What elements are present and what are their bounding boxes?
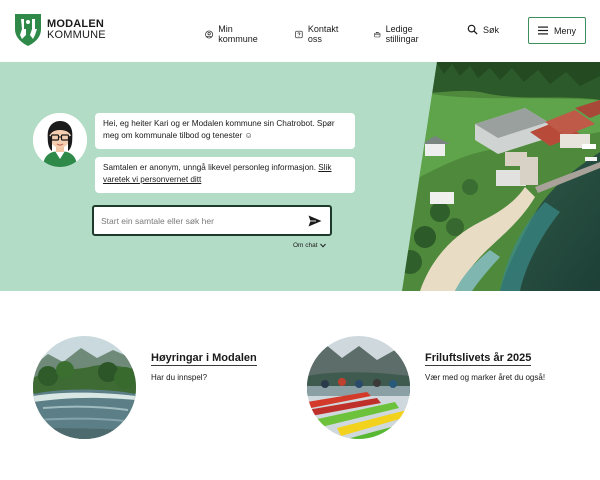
nav-ledige-stillingar-label: Ledige stillingar bbox=[385, 24, 419, 44]
chat-search-box bbox=[92, 205, 332, 236]
menu-button-label: Meny bbox=[553, 25, 576, 36]
coat-of-arms-icon bbox=[15, 14, 41, 46]
nav-ledige-stillingar[interactable]: Ledige stillingar bbox=[374, 24, 423, 44]
menu-button[interactable]: Meny bbox=[528, 17, 586, 44]
card-friluftsliv[interactable]: Friluftslivets år 2025 Vær med og marker… bbox=[307, 336, 577, 440]
nav-sok-label: Søk bbox=[483, 24, 500, 35]
chevron-down-icon bbox=[319, 243, 326, 248]
card-hoyringar-subtitle: Har du innspel? bbox=[151, 373, 208, 382]
send-icon[interactable] bbox=[308, 215, 322, 227]
logo-wordmark: MODALEN KOMMUNE bbox=[47, 19, 106, 41]
chatbot-kari-illustration bbox=[33, 113, 87, 167]
site-header: MODALEN KOMMUNE Min kommune Kontakt oss … bbox=[0, 0, 600, 62]
nav-sok[interactable]: Søk bbox=[467, 24, 499, 35]
logo-line-2: KOMMUNE bbox=[47, 29, 106, 41]
briefcase-icon bbox=[374, 31, 381, 37]
nav-min-kommune-label: Min kommune bbox=[218, 24, 258, 44]
help-square-icon bbox=[295, 30, 303, 38]
nav-kontakt-oss[interactable]: Kontakt oss bbox=[295, 24, 342, 44]
nav-kontakt-oss-label: Kontakt oss bbox=[307, 24, 339, 44]
chat-search-input[interactable] bbox=[101, 215, 301, 226]
chat-message-greeting-text: Hei, eg heiter Kari og er Modalen kommun… bbox=[103, 119, 335, 140]
chat-message-privacy-text: Samtalen er anonym, unngå likevel person… bbox=[103, 163, 319, 172]
river-photo bbox=[33, 336, 136, 439]
kayaks-photo bbox=[307, 336, 410, 439]
chatbot-avatar bbox=[33, 113, 87, 167]
chat-message-privacy: Samtalen er anonym, unngå likevel person… bbox=[95, 157, 355, 193]
hamburger-icon bbox=[537, 26, 548, 35]
hero-section: Hei, eg heiter Kari og er Modalen kommun… bbox=[0, 62, 600, 291]
card-friluftsliv-image bbox=[307, 336, 410, 439]
search-icon bbox=[467, 24, 478, 35]
nav-min-kommune[interactable]: Min kommune bbox=[205, 24, 261, 44]
card-hoyringar[interactable]: Høyringar i Modalen Har du innspel? bbox=[33, 336, 293, 440]
about-chat-toggle[interactable]: Om chat bbox=[293, 242, 326, 249]
card-hoyringar-title[interactable]: Høyringar i Modalen bbox=[151, 352, 257, 366]
chat-message-greeting: Hei, eg heiter Kari og er Modalen kommun… bbox=[95, 113, 355, 149]
card-hoyringar-image bbox=[33, 336, 136, 439]
user-circle-icon bbox=[205, 30, 214, 38]
card-friluftsliv-title[interactable]: Friluftslivets år 2025 bbox=[425, 352, 532, 366]
site-logo[interactable]: MODALEN KOMMUNE bbox=[14, 13, 106, 47]
card-friluftsliv-subtitle: Vær med og marker året du også! bbox=[425, 373, 546, 382]
about-chat-label: Om chat bbox=[293, 242, 318, 249]
